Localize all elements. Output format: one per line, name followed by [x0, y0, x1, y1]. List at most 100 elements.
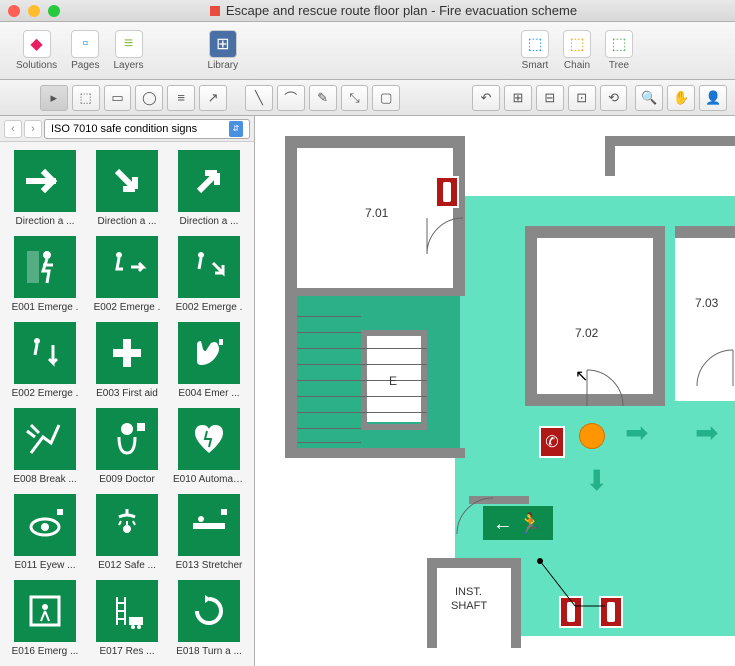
library-sign-item[interactable]: E008 Break ...	[8, 408, 82, 486]
evac-arrow-right-icon: ➡	[625, 416, 648, 449]
selection-tool[interactable]: ⬚	[72, 85, 100, 111]
nav-back-button[interactable]: ‹	[4, 120, 22, 138]
layers-button[interactable]: ≡Layers	[108, 28, 150, 73]
evac-arrow-down-icon: ⬇	[585, 464, 608, 497]
line-tool[interactable]: ╲	[245, 85, 273, 111]
library-button[interactable]: ⊞Library	[202, 28, 245, 73]
pan-button[interactable]: ✋	[667, 85, 695, 111]
fire-extinguisher-icon[interactable]	[435, 176, 459, 208]
library-sign-item[interactable]: E017 Res ...	[90, 580, 164, 658]
sign-label: E018 Turn a ...	[173, 646, 245, 657]
sign-library-grid: Direction a ... Direction a ... Direction …	[0, 142, 254, 666]
sign-icon	[178, 322, 240, 384]
sign-label: E002 Emerge .	[9, 388, 81, 399]
sign-label: E002 Emerge .	[91, 302, 163, 313]
library-sign-item[interactable]: Direction a ...	[172, 150, 246, 228]
evac-arrow-right-icon: ➡	[695, 416, 718, 449]
library-sign-item[interactable]: E012 Safe ...	[90, 494, 164, 572]
you-are-here-marker[interactable]	[579, 423, 605, 449]
library-sign-item[interactable]: Direction a ...	[90, 150, 164, 228]
library-sign-item[interactable]: E018 Turn a ...	[172, 580, 246, 658]
group-button[interactable]: ⊞	[504, 85, 532, 111]
library-dropdown[interactable]: ISO 7010 safe condition signs ⇵	[44, 119, 250, 139]
library-sign-item[interactable]: E004 Emer ...	[172, 322, 246, 400]
sign-label: E009 Doctor	[91, 474, 163, 485]
library-sidebar: ‹ › ISO 7010 safe condition signs ⇵ Dire…	[0, 116, 255, 666]
rotate-button[interactable]: ⟲	[600, 85, 628, 111]
library-sign-item[interactable]: E010 Automat ...	[172, 408, 246, 486]
library-sign-item[interactable]: E009 Doctor	[90, 408, 164, 486]
room-label-703: 7.03	[695, 296, 718, 310]
library-sign-item[interactable]: E003 First aid	[90, 322, 164, 400]
library-sign-item[interactable]: Direction a ...	[8, 150, 82, 228]
text-tool[interactable]: ≡	[167, 85, 195, 111]
minimize-window-button[interactable]	[28, 5, 40, 17]
pen-tool[interactable]: ✎	[309, 85, 337, 111]
window-title: Escape and rescue route floor plan - Fir…	[60, 3, 727, 18]
library-sign-item[interactable]: E001 Emerge .	[8, 236, 82, 314]
emergency-phone-icon[interactable]: ✆	[539, 426, 565, 458]
sign-label: E010 Automat ...	[173, 474, 245, 485]
ellipse-tool[interactable]: ◯	[135, 85, 163, 111]
pointer-tool[interactable]: ▸	[40, 85, 68, 111]
shaft-label: SHAFT	[451, 600, 487, 612]
library-sign-item[interactable]: E013 Stretcher	[172, 494, 246, 572]
sign-icon	[14, 236, 76, 298]
sign-label: E001 Emerge .	[9, 302, 81, 313]
pages-button[interactable]: ▫Pages	[65, 28, 105, 73]
sign-label: E002 Emerge .	[173, 302, 245, 313]
library-sign-item[interactable]: E002 Emerge .	[8, 322, 82, 400]
inst-label: INST.	[455, 586, 482, 598]
sign-label: E008 Break ...	[9, 474, 81, 485]
main-toolbar: ◆Solutions ▫Pages ≡Layers ⊞Library ⬚Smar…	[0, 22, 735, 80]
title-bar: Escape and rescue route floor plan - Fir…	[0, 0, 735, 22]
close-window-button[interactable]	[8, 5, 20, 17]
library-sign-item[interactable]: E002 Emerge .	[90, 236, 164, 314]
tools-toolbar: ▸ ⬚ ▭ ◯ ≡ ↗ ╲ ⌒ ✎ ⤡ ▢ ↶ ⊞ ⊟ ⊡ ⟲ 🔍 ✋ 👤	[0, 80, 735, 116]
solutions-button[interactable]: ◆Solutions	[10, 28, 63, 73]
sign-icon	[96, 408, 158, 470]
sign-icon	[178, 236, 240, 298]
maximize-window-button[interactable]	[48, 5, 60, 17]
nav-forward-button[interactable]: ›	[24, 120, 42, 138]
align-button[interactable]: ⊟	[536, 85, 564, 111]
smart-button[interactable]: ⬚Smart	[515, 28, 555, 73]
chain-button[interactable]: ⬚Chain	[557, 28, 597, 73]
sign-icon	[96, 322, 158, 384]
traffic-lights	[8, 5, 60, 17]
sign-icon	[178, 408, 240, 470]
sign-icon	[178, 580, 240, 642]
zoom-button[interactable]: 🔍	[635, 85, 663, 111]
sign-icon	[14, 580, 76, 642]
rect-tool[interactable]: ▭	[104, 85, 132, 111]
sign-label: E003 First aid	[91, 388, 163, 399]
sign-label: E013 Stretcher	[173, 560, 245, 571]
sign-label: Direction a ...	[9, 216, 81, 227]
room-label-701: 7.01	[365, 206, 388, 220]
library-sign-item[interactable]: E011 Eyew ...	[8, 494, 82, 572]
sign-label: E012 Safe ...	[91, 560, 163, 571]
sign-icon	[14, 322, 76, 384]
undo-button[interactable]: ↶	[472, 85, 500, 111]
tree-button[interactable]: ⬚Tree	[599, 28, 639, 73]
sign-icon	[96, 580, 158, 642]
dropdown-label: ISO 7010 safe condition signs	[51, 123, 197, 135]
sign-label: Direction a ...	[173, 216, 245, 227]
library-sign-item[interactable]: E002 Emerge .	[172, 236, 246, 314]
library-sign-item[interactable]: E016 Emerg ...	[8, 580, 82, 658]
shape-tool[interactable]: ▢	[372, 85, 400, 111]
arc-tool[interactable]: ⌒	[277, 85, 305, 111]
connector-tool[interactable]: ⤡	[341, 85, 369, 111]
sign-icon	[96, 236, 158, 298]
sign-label: E011 Eyew ...	[9, 560, 81, 571]
document-icon	[210, 6, 220, 16]
user-button[interactable]: 👤	[699, 85, 727, 111]
distribute-button[interactable]: ⊡	[568, 85, 596, 111]
drawing-canvas[interactable]: 7.01 7.02 7.03 E INST. SHAFT ✆ ← 🏃 ➡ ➡ ⬇…	[255, 116, 735, 666]
title-text: Escape and rescue route floor plan - Fir…	[226, 3, 577, 18]
sign-icon	[14, 494, 76, 556]
sign-label: E017 Res ...	[91, 646, 163, 657]
sign-icon	[178, 494, 240, 556]
arrow-tool[interactable]: ↗	[199, 85, 227, 111]
sign-icon	[178, 150, 240, 212]
